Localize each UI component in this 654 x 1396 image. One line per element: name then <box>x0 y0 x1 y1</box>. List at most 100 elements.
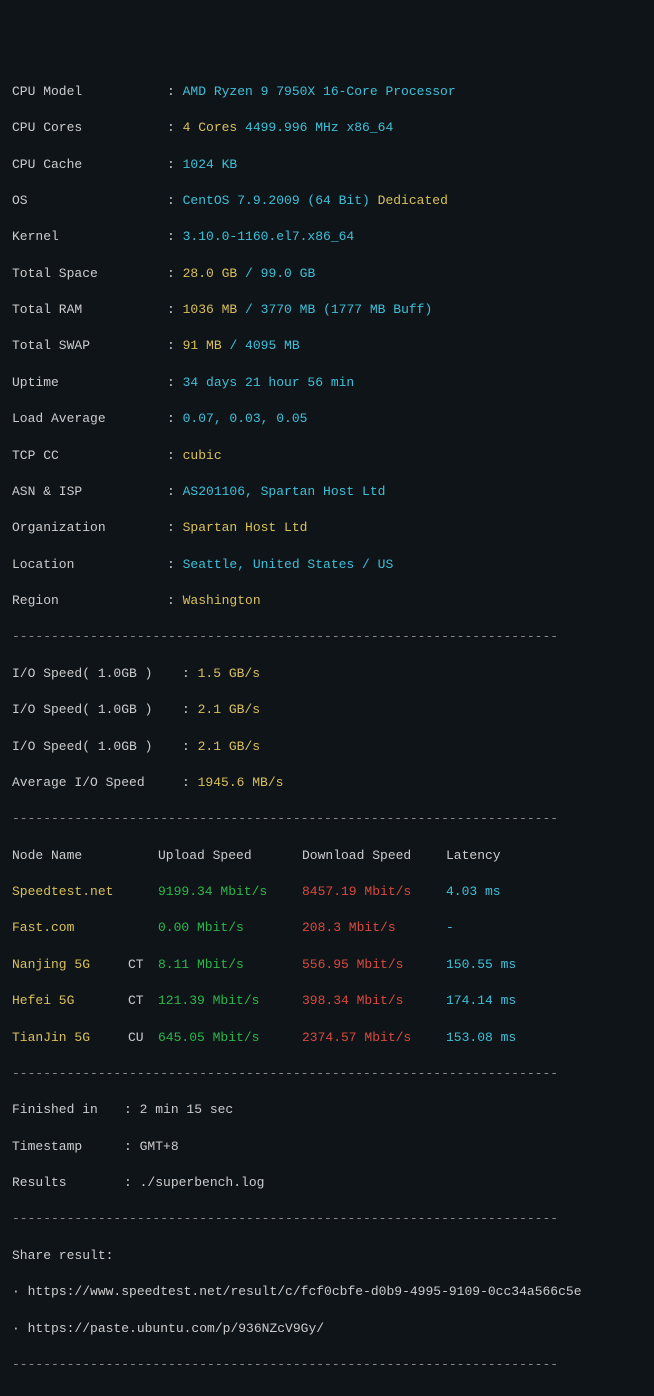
uptime-label: Uptime <box>12 374 167 392</box>
total-space-label: Total Space <box>12 265 167 283</box>
speed-latency: - <box>446 919 454 937</box>
share-label: Share result: <box>12 1247 642 1265</box>
timestamp-row: Timestamp: GMT+8 <box>12 1138 642 1156</box>
share-url-1[interactable]: https://www.speedtest.net/result/c/fcf0c… <box>28 1284 582 1299</box>
header-download: Download Speed <box>302 847 446 865</box>
divider: ----------------------------------------… <box>12 1356 642 1374</box>
io-speed-row-2: I/O Speed( 1.0GB ): 2.1 GB/s <box>12 701 642 719</box>
speed-upload: 8.11 Mbit/s <box>158 956 302 974</box>
share-url-2[interactable]: https://paste.ubuntu.com/p/936NZcV9Gy/ <box>28 1321 324 1336</box>
load-value: 0.07, 0.03, 0.05 <box>183 411 308 426</box>
total-swap-row: Total SWAP: 91 MB / 4095 MB <box>12 337 642 355</box>
io-speed-row-3: I/O Speed( 1.0GB ): 2.1 GB/s <box>12 738 642 756</box>
tcp-row: TCP CC: cubic <box>12 447 642 465</box>
header-latency: Latency <box>446 847 501 865</box>
org-value: Spartan Host Ltd <box>183 520 308 535</box>
io-speed-label: I/O Speed( 1.0GB ) <box>12 738 182 756</box>
io-avg-value: 1945.6 MB/s <box>198 775 284 790</box>
speed-download: 2374.57 Mbit/s <box>302 1029 446 1047</box>
kernel-row: Kernel: 3.10.0-1160.el7.x86_64 <box>12 228 642 246</box>
speed-latency: 4.03 ms <box>446 883 501 901</box>
io-speed-label: I/O Speed( 1.0GB ) <box>12 701 182 719</box>
speed-node: Hefei 5G <box>12 992 128 1010</box>
cpu-cache-value: 1024 KB <box>183 157 238 172</box>
cpu-cores-freq: 4499.996 MHz x86_64 <box>245 120 393 135</box>
share-url-row: · https://www.speedtest.net/result/c/fcf… <box>12 1283 642 1301</box>
total-swap-total: 4095 MB <box>245 338 300 353</box>
io-speed-row-1: I/O Speed( 1.0GB ): 1.5 GB/s <box>12 665 642 683</box>
load-row: Load Average: 0.07, 0.03, 0.05 <box>12 410 642 428</box>
speed-download: 398.34 Mbit/s <box>302 992 446 1010</box>
load-label: Load Average <box>12 410 167 428</box>
os-value: CentOS 7.9.2009 (64 Bit) <box>183 193 370 208</box>
uptime-row: Uptime: 34 days 21 hour 56 min <box>12 374 642 392</box>
uptime-value: 34 days 21 hour 56 min <box>183 375 355 390</box>
kernel-value: 3.10.0-1160.el7.x86_64 <box>183 229 355 244</box>
io-avg-row: Average I/O Speed: 1945.6 MB/s <box>12 774 642 792</box>
cpu-cache-label: CPU Cache <box>12 156 167 174</box>
divider: ----------------------------------------… <box>12 810 642 828</box>
region-row: Region: Washington <box>12 592 642 610</box>
os-dedicated: Dedicated <box>378 193 448 208</box>
region-value: Washington <box>183 593 261 608</box>
asn-label: ASN & ISP <box>12 483 167 501</box>
total-ram-label: Total RAM <box>12 301 167 319</box>
cpu-model-row: CPU Model: AMD Ryzen 9 7950X 16-Core Pro… <box>12 83 642 101</box>
speed-row: Speedtest.net9199.34 Mbit/s8457.19 Mbit/… <box>12 883 642 901</box>
speed-download: 208.3 Mbit/s <box>302 919 446 937</box>
asn-row: ASN & ISP: AS201106, Spartan Host Ltd <box>12 483 642 501</box>
total-space-used: 28.0 GB <box>183 266 238 281</box>
location-value: Seattle, United States / US <box>183 557 394 572</box>
results-label: Results <box>12 1174 124 1192</box>
speed-node: Speedtest.net <box>12 883 128 901</box>
divider: ----------------------------------------… <box>12 628 642 646</box>
speed-latency: 174.14 ms <box>446 992 516 1010</box>
io-speed-value: 2.1 GB/s <box>198 702 260 717</box>
org-row: Organization: Spartan Host Ltd <box>12 519 642 537</box>
cpu-model-label: CPU Model <box>12 83 167 101</box>
location-label: Location <box>12 556 167 574</box>
io-avg-label: Average I/O Speed <box>12 774 182 792</box>
cpu-cache-row: CPU Cache: 1024 KB <box>12 156 642 174</box>
total-ram-used: 1036 MB <box>183 302 238 317</box>
total-ram-buff: (1777 MB Buff) <box>323 302 432 317</box>
speed-row: Hefei 5GCT121.39 Mbit/s398.34 Mbit/s174.… <box>12 992 642 1010</box>
timestamp-label: Timestamp <box>12 1138 124 1156</box>
total-swap-label: Total SWAP <box>12 337 167 355</box>
total-space-row: Total Space: 28.0 GB / 99.0 GB <box>12 265 642 283</box>
total-ram-total: 3770 MB <box>261 302 316 317</box>
finished-row: Finished in: 2 min 15 sec <box>12 1101 642 1119</box>
kernel-label: Kernel <box>12 228 167 246</box>
speed-row: Fast.com0.00 Mbit/s208.3 Mbit/s- <box>12 919 642 937</box>
speed-upload: 9199.34 Mbit/s <box>158 883 302 901</box>
speed-node: Nanjing 5G <box>12 956 128 974</box>
share-url-row: · https://paste.ubuntu.com/p/936NZcV9Gy/ <box>12 1320 642 1338</box>
results-row: Results: ./superbench.log <box>12 1174 642 1192</box>
finished-label: Finished in <box>12 1101 124 1119</box>
tcp-value: cubic <box>183 448 222 463</box>
cpu-cores-label: CPU Cores <box>12 119 167 137</box>
org-label: Organization <box>12 519 167 537</box>
region-label: Region <box>12 592 167 610</box>
speed-row: Nanjing 5GCT8.11 Mbit/s556.95 Mbit/s150.… <box>12 956 642 974</box>
speed-carrier: CT <box>128 956 158 974</box>
cpu-cores-count: 4 Cores <box>183 120 238 135</box>
timestamp-value: GMT+8 <box>140 1139 179 1154</box>
total-ram-row: Total RAM: 1036 MB / 3770 MB (1777 MB Bu… <box>12 301 642 319</box>
asn-value: AS201106, Spartan Host Ltd <box>183 484 386 499</box>
total-space-total: 99.0 GB <box>261 266 316 281</box>
finished-value: 2 min 15 sec <box>140 1102 234 1117</box>
cpu-cores-row: CPU Cores: 4 Cores 4499.996 MHz x86_64 <box>12 119 642 137</box>
header-node: Node Name <box>12 847 128 865</box>
io-speed-value: 2.1 GB/s <box>198 739 260 754</box>
total-swap-used: 91 MB <box>183 338 222 353</box>
io-speed-value: 1.5 GB/s <box>198 666 260 681</box>
divider: ----------------------------------------… <box>12 1065 642 1083</box>
io-speed-label: I/O Speed( 1.0GB ) <box>12 665 182 683</box>
speed-carrier: CU <box>128 1029 158 1047</box>
speed-latency: 150.55 ms <box>446 956 516 974</box>
speed-row: TianJin 5GCU645.05 Mbit/s2374.57 Mbit/s1… <box>12 1029 642 1047</box>
speed-download: 556.95 Mbit/s <box>302 956 446 974</box>
speed-upload: 121.39 Mbit/s <box>158 992 302 1010</box>
speed-latency: 153.08 ms <box>446 1029 516 1047</box>
